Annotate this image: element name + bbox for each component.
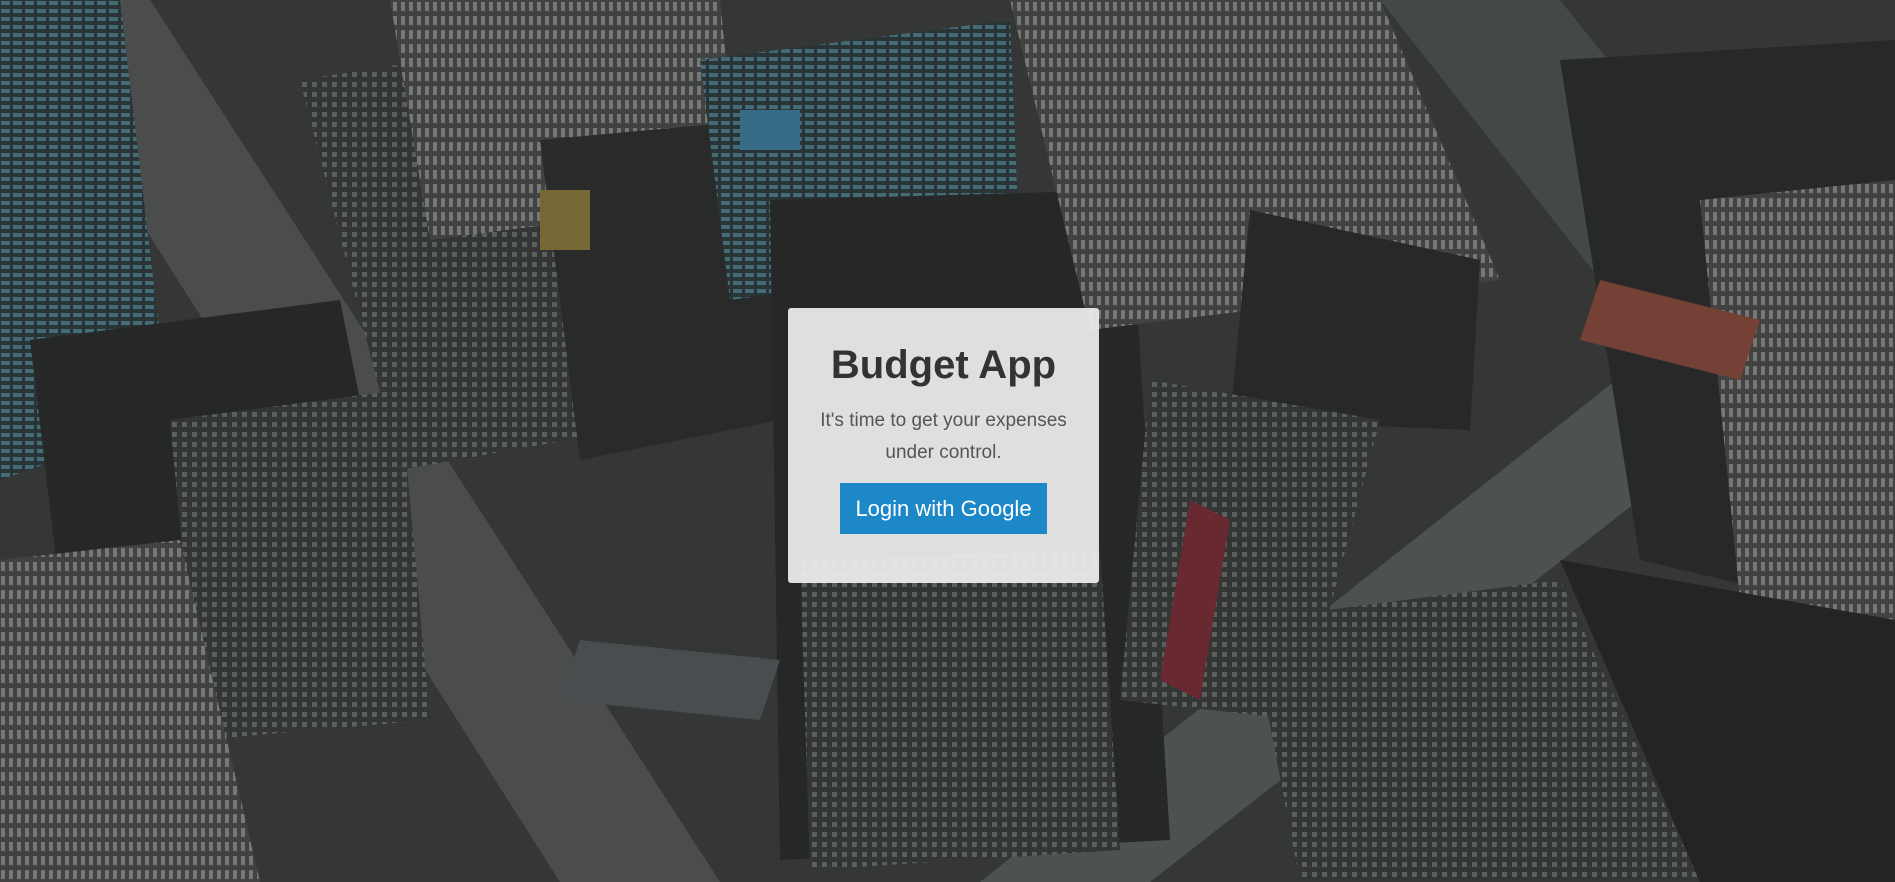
page-subtitle: It's time to get your expenses under con… — [820, 410, 1067, 463]
page-title: Budget App — [830, 343, 1057, 387]
login-with-google-button[interactable]: Login with Google — [840, 483, 1047, 534]
login-box: Budget App It's time to get your expense… — [788, 308, 1099, 583]
